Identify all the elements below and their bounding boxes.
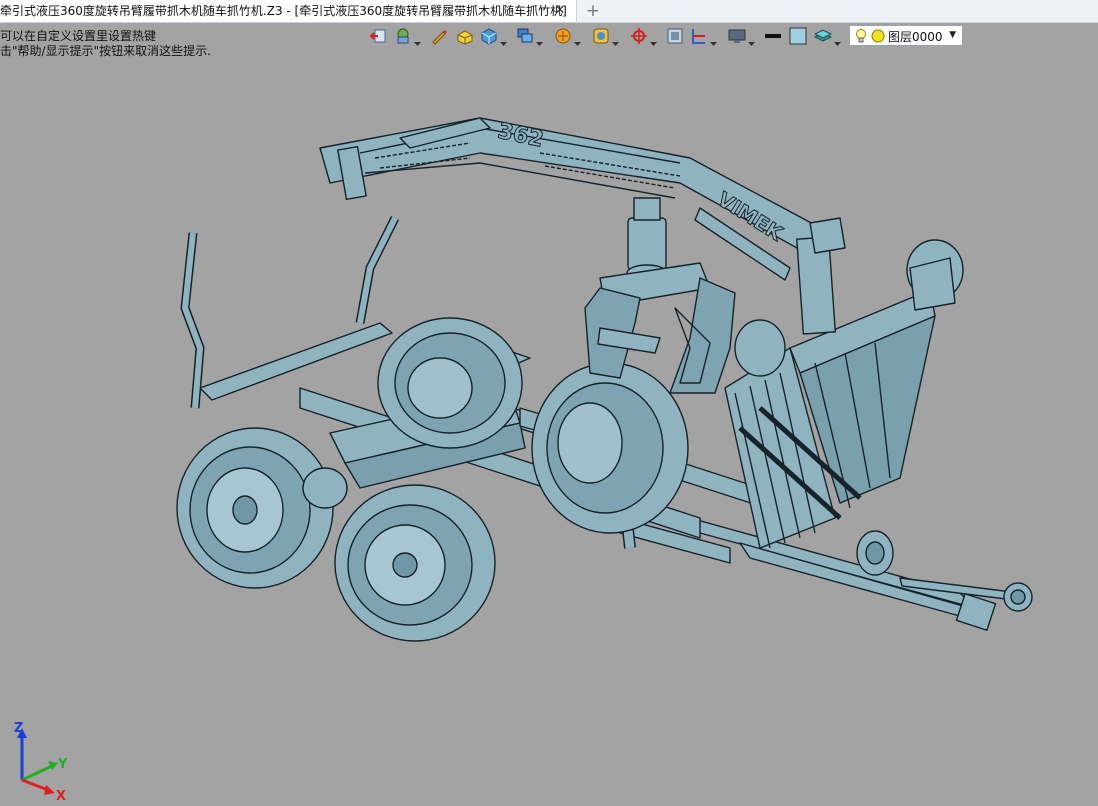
chevron-down-icon[interactable] [536, 32, 543, 46]
chevron-down-icon[interactable] [748, 32, 755, 46]
drawbar [689, 517, 1033, 631]
chevron-down-icon[interactable] [414, 32, 421, 46]
3d-viewport[interactable]: 362 VIMEK [0, 48, 1098, 802]
exit-icon[interactable] [370, 27, 388, 45]
shape-dropdown-icon[interactable] [394, 27, 412, 45]
document-tab-bar: 牵引式液压360度旋转吊臂履带抓木机随车抓竹机.Z3 - [牵引式液压360度旋… [0, 0, 1098, 23]
render-icon[interactable] [554, 27, 572, 45]
display-mode-icon[interactable] [516, 27, 534, 45]
axis-icon[interactable] [630, 27, 648, 45]
new-tab-icon[interactable]: + [584, 1, 602, 21]
color-icon[interactable] [789, 27, 807, 45]
axis-triad: Z Y X [8, 718, 74, 804]
orbit-icon[interactable] [592, 27, 610, 45]
monitor-icon[interactable] [728, 27, 746, 45]
lightbulb-icon [856, 29, 866, 43]
close-tab-icon[interactable]: ✕ [553, 4, 567, 18]
line-style-icon[interactable] [764, 27, 782, 45]
axis-z-label: Z [14, 721, 23, 736]
layer-select[interactable]: 图层0000 ▼ [849, 25, 963, 46]
chevron-down-icon[interactable]: ▼ [949, 30, 956, 40]
cube-view-icon[interactable] [480, 27, 498, 45]
forestry-trailer-model: 362 VIMEK [176, 117, 1033, 642]
document-tab-title: 牵引式液压360度旋转吊臂履带抓木机随车抓竹机.Z3 - [牵引式液压360度旋… [0, 4, 567, 18]
layer-value: 图层0000 [888, 30, 943, 44]
chevron-down-icon[interactable] [710, 32, 717, 46]
document-tab[interactable]: 牵引式液压360度旋转吊臂履带抓木机随车抓竹机.Z3 - [牵引式液压360度旋… [0, 0, 577, 22]
chevron-down-icon[interactable] [650, 32, 657, 46]
chevron-down-icon[interactable] [612, 32, 619, 46]
chevron-down-icon[interactable] [834, 32, 841, 46]
chevron-down-icon[interactable] [574, 32, 581, 46]
layers-icon[interactable] [814, 27, 832, 45]
chevron-down-icon[interactable] [500, 32, 507, 46]
axis-y-label: Y [57, 757, 68, 772]
axis-x-label: X [56, 789, 66, 800]
solid-icon[interactable] [456, 27, 474, 45]
pen-icon[interactable] [430, 27, 448, 45]
layer-status-icon [871, 29, 885, 43]
section-icon[interactable] [690, 27, 708, 45]
bulkhead [724, 239, 964, 549]
fit-icon[interactable] [666, 27, 684, 45]
